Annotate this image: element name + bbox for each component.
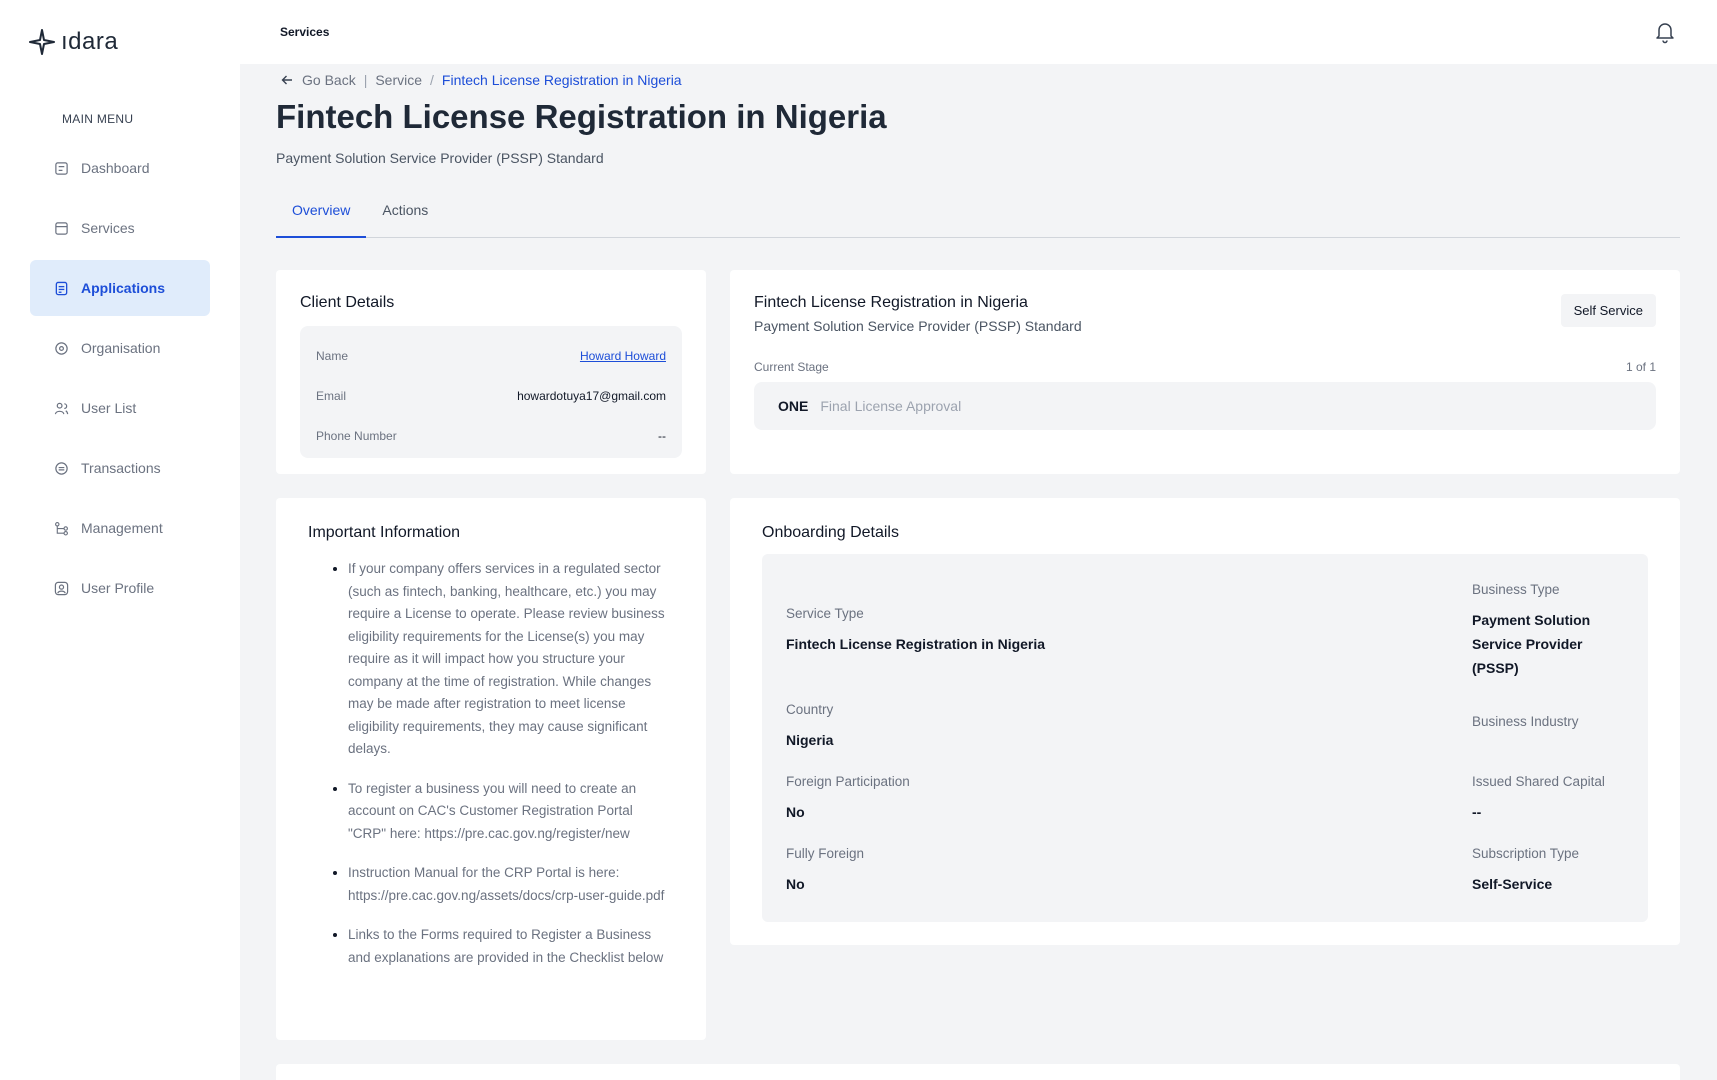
sidebar-item-organisation[interactable]: Organisation — [30, 320, 210, 376]
page-subtitle: Payment Solution Service Provider (PSSP)… — [276, 150, 604, 166]
top-bar: Services — [240, 0, 1717, 64]
stage-count: 1 of 1 — [1625, 360, 1656, 374]
go-back-label: Go Back — [302, 72, 356, 88]
foreign-participation-value: No — [786, 804, 805, 820]
client-phone-row: Phone Number -- — [316, 416, 666, 456]
notification-bell-icon[interactable] — [1653, 20, 1677, 44]
logo-star-icon — [29, 29, 55, 55]
next-section-card — [276, 1064, 1680, 1080]
sidebar-item-label: User Profile — [81, 580, 155, 596]
country-label: Country — [786, 702, 834, 717]
important-information-list: If your company offers services in a reg… — [308, 558, 674, 969]
organisation-icon — [55, 341, 68, 355]
sidebar-item-label: Management — [81, 520, 163, 536]
list-item: Instruction Manual for the CRP Portal is… — [348, 862, 674, 907]
client-details-title: Client Details — [300, 294, 395, 311]
user-profile-icon — [54, 581, 69, 595]
sidebar-item-user-list[interactable]: User List — [30, 380, 210, 436]
logo-text: ıdara — [61, 28, 119, 55]
sidebar-item-label: Applications — [81, 280, 166, 296]
client-phone-label: Phone Number — [316, 429, 397, 443]
dashboard-icon — [55, 161, 68, 175]
client-email-value: howardotuya17@gmail.com — [517, 389, 666, 403]
services-icon — [55, 221, 68, 235]
sidebar-item-dashboard[interactable]: Dashboard — [30, 140, 210, 196]
sidebar-item-transactions[interactable]: Transactions — [30, 440, 210, 496]
client-email-label: Email — [316, 389, 347, 403]
page-title: Fintech License Registration in Nigeria — [276, 98, 887, 135]
important-information-card: Important Information If your company of… — [276, 498, 706, 1040]
main-nav: Dashboard Services Applications Organisa… — [30, 140, 210, 620]
sidebar-item-applications[interactable]: Applications — [30, 260, 210, 316]
sidebar-item-management[interactable]: Management — [30, 500, 210, 556]
current-stage-label: Current Stage — [754, 360, 829, 374]
client-details-card: Client Details Name Howard Howard Email … — [276, 270, 706, 474]
stage-card-subtitle: Payment Solution Service Provider (PSSP)… — [754, 318, 1082, 334]
sidebar-item-user-profile[interactable]: User Profile — [30, 560, 210, 616]
sidebar-item-label: Organisation — [81, 340, 161, 356]
sidebar: ıdara MAIN MENU Dashboard Services Appli… — [0, 0, 240, 1080]
arrow-left-icon — [281, 75, 292, 85]
subscription-type-label: Subscription Type — [1472, 846, 1580, 861]
tab-actions[interactable]: Actions — [366, 196, 444, 238]
applications-icon — [55, 281, 68, 295]
self-service-badge: Self Service — [1560, 294, 1656, 327]
tab-overview[interactable]: Overview — [276, 196, 367, 238]
foreign-participation-label: Foreign Participation — [786, 774, 910, 789]
current-stage-card: Fintech License Registration in Nigeria … — [730, 270, 1680, 474]
onboarding-details-box: Service Type Fintech License Registratio… — [762, 554, 1648, 922]
fully-foreign-value: No — [786, 876, 805, 892]
topbar-title: Services — [280, 25, 330, 39]
business-type-label: Business Type — [1472, 582, 1560, 597]
business-type-value: Payment Solution Service Provider (PSSP) — [1472, 612, 1591, 676]
stage-header-row: Current Stage 1 of 1 — [754, 360, 1656, 374]
sidebar-item-label: Services — [81, 220, 135, 236]
onboarding-details-card: Onboarding Details Service Type Fintech … — [730, 498, 1680, 945]
sidebar-item-label: User List — [81, 400, 137, 416]
issued-shared-capital-label: Issued Shared Capital — [1472, 774, 1605, 789]
client-name-link[interactable]: Howard Howard — [580, 349, 666, 363]
client-name-row: Name Howard Howard — [316, 336, 666, 376]
stage-number: ONE — [778, 398, 809, 414]
onboarding-details-title: Onboarding Details — [762, 524, 899, 541]
issued-shared-capital-value: -- — [1472, 804, 1482, 820]
sidebar-item-services[interactable]: Services — [30, 200, 210, 256]
tab-bar: Overview Actions — [276, 196, 1680, 238]
main-menu-heading: MAIN MENU — [62, 112, 134, 126]
client-email-row: Email howardotuya17@gmail.com — [316, 376, 666, 416]
breadcrumb-separator: / — [430, 72, 434, 88]
transactions-icon — [55, 461, 68, 475]
management-icon — [55, 521, 68, 535]
client-name-label: Name — [316, 349, 349, 363]
country-value: Nigeria — [786, 732, 834, 748]
sidebar-item-label: Dashboard — [81, 160, 150, 176]
subscription-type-value: Self-Service — [1472, 876, 1553, 892]
breadcrumb-separator: | — [363, 72, 368, 88]
breadcrumb-current: Fintech License Registration in Nigeria — [441, 72, 682, 88]
client-details-box: Name Howard Howard Email howardotuya17@g… — [300, 326, 682, 458]
breadcrumb-service[interactable]: Service — [375, 72, 422, 88]
logo[interactable]: ıdara — [29, 28, 118, 56]
stage-card-title: Fintech License Registration in Nigeria — [754, 294, 1028, 311]
list-item: If your company offers services in a reg… — [348, 558, 674, 761]
breadcrumb: Go Back | Service / Fintech License Regi… — [280, 72, 682, 88]
stage-item: ONE Final License Approval — [754, 382, 1656, 430]
important-information-title: Important Information — [308, 524, 461, 541]
list-item: Links to the Forms required to Register … — [348, 924, 674, 969]
list-item: To register a business you will need to … — [348, 778, 674, 846]
stage-name: Final License Approval — [820, 398, 962, 414]
client-phone-value: -- — [658, 429, 666, 443]
fully-foreign-label: Fully Foreign — [786, 846, 865, 861]
service-type-value: Fintech License Registration in Nigeria — [786, 636, 1046, 652]
service-type-label: Service Type — [786, 606, 864, 621]
business-industry-label: Business Industry — [1472, 714, 1579, 729]
users-icon — [54, 402, 69, 414]
go-back-link[interactable]: Go Back — [280, 72, 356, 88]
sidebar-item-label: Transactions — [81, 460, 161, 476]
